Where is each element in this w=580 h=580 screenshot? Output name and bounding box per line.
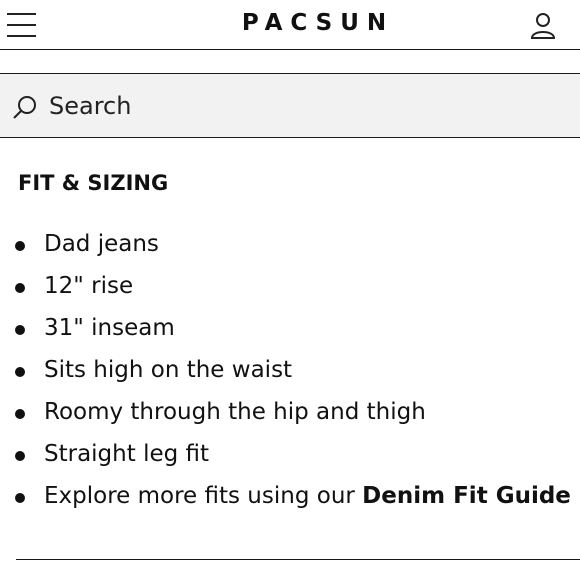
bullet-icon: [15, 241, 25, 251]
brand-logo[interactable]: PACSUN: [0, 10, 580, 36]
list-item-text: Dad jeans: [44, 231, 159, 257]
bullet-icon: [15, 325, 25, 335]
list-item: Roomy through the hip and thigh: [0, 394, 580, 436]
bullet-icon: [15, 451, 25, 461]
list-item-text: Explore more fits using our Denim Fit Gu…: [44, 478, 571, 514]
divider: [16, 559, 580, 560]
fit-sizing-list: Dad jeans 12" rise 31" inseam Sits high …: [0, 226, 580, 520]
bullet-icon: [15, 283, 25, 293]
list-item-text: 31" inseam: [44, 315, 175, 341]
bullet-icon: [15, 409, 25, 419]
list-item: Straight leg fit: [0, 436, 580, 478]
bullet-icon: [15, 493, 25, 503]
list-item: 31" inseam: [0, 310, 580, 352]
section-title: FIT & SIZING: [18, 171, 169, 195]
list-item: Dad jeans: [0, 226, 580, 268]
list-item: Sits high on the waist: [0, 352, 580, 394]
search-bar[interactable]: Search: [0, 73, 580, 138]
list-item: Explore more fits using our Denim Fit Gu…: [0, 478, 580, 520]
search-input[interactable]: Search: [49, 91, 131, 121]
list-item-text: Sits high on the waist: [44, 357, 293, 383]
list-item-text: 12" rise: [44, 273, 134, 299]
user-account-icon[interactable]: [530, 12, 556, 40]
top-nav-bar: PACSUN: [0, 0, 580, 50]
denim-fit-guide-link[interactable]: Denim Fit Guide: [362, 483, 571, 509]
list-item-text: Straight leg fit: [44, 441, 210, 467]
list-item-prefix: Explore more fits using our: [44, 483, 363, 509]
list-item-text: Roomy through the hip and thigh: [44, 399, 426, 425]
bullet-icon: [15, 367, 25, 377]
list-item: 12" rise: [0, 268, 580, 310]
search-icon[interactable]: [12, 94, 38, 120]
